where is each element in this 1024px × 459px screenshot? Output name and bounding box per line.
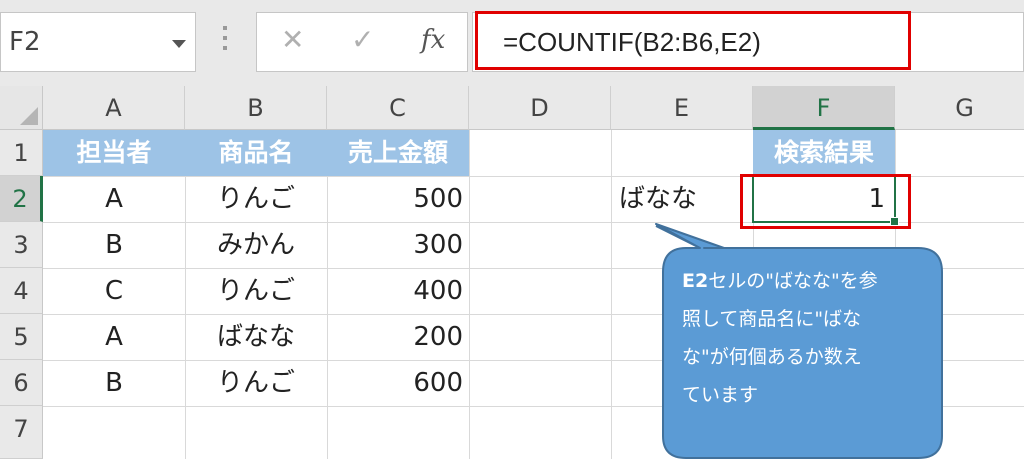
callout-text: E2セルの"ばなな"を参 照して商品名に"ばな な"が何個あるか数え ています bbox=[682, 262, 932, 414]
callout-line-4: ています bbox=[682, 384, 759, 406]
callout-line-2: 照して商品名に"ばな bbox=[682, 308, 862, 330]
callout-ref: E2 bbox=[682, 270, 709, 292]
callout-line-1: セルの"ばなな"を参 bbox=[708, 270, 878, 292]
callout-line-3: な"が何個あるか数え bbox=[682, 346, 862, 368]
